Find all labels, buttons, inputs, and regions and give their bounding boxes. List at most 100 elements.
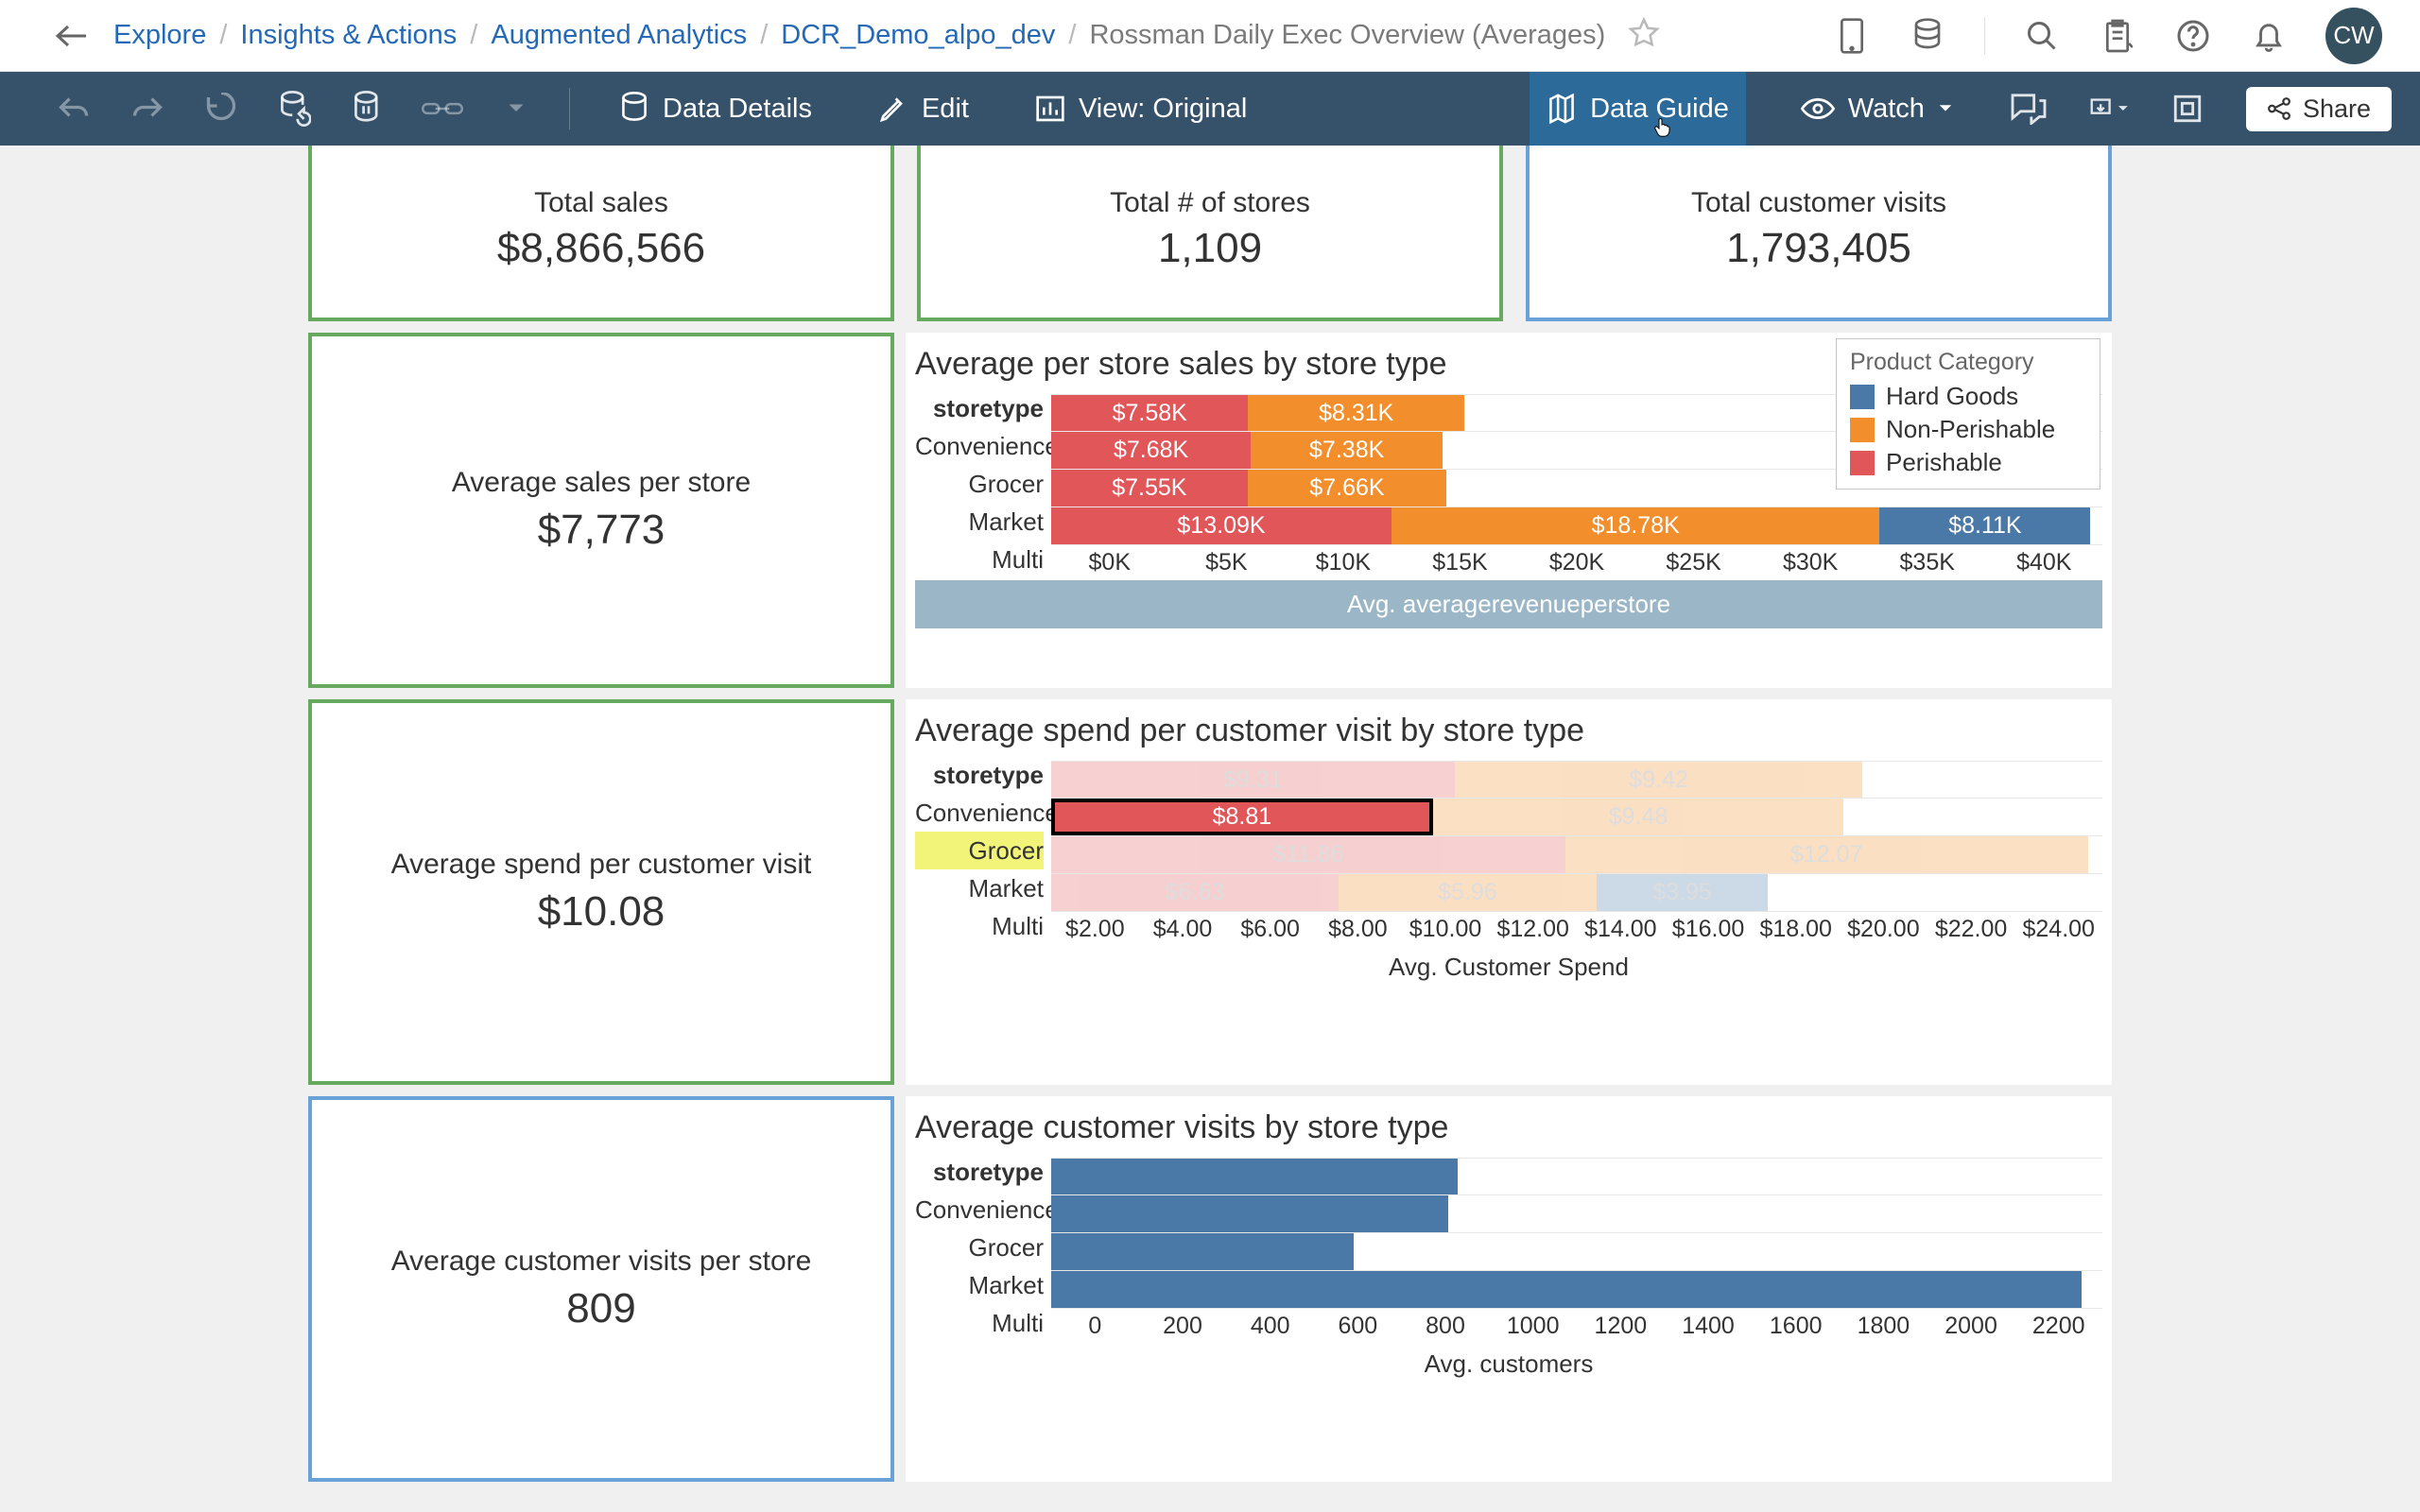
bar-segment[interactable]: $11.86 xyxy=(1051,836,1565,873)
panel-title: Average spend per customer visit by stor… xyxy=(915,713,2102,749)
bar-segment[interactable]: $9.48 xyxy=(1433,799,1844,835)
data-guide-button[interactable]: Data Guide xyxy=(1530,72,1746,146)
edit-button[interactable]: Edit xyxy=(861,72,986,146)
button-label: Watch xyxy=(1848,94,1925,125)
notifications-icon[interactable] xyxy=(2250,17,2288,55)
view-button[interactable]: View: Original xyxy=(1018,72,1264,146)
kpi-avg-spend-per-visit[interactable]: Average spend per customer visit $10.08 xyxy=(308,699,894,1085)
bar-segment[interactable] xyxy=(1051,1233,1354,1270)
kpi-total-stores[interactable]: Total # of stores 1,109 xyxy=(917,146,1503,321)
kpi-avg-visits-per-store[interactable]: Average customer visits per store 809 xyxy=(308,1096,894,1482)
clipboard-icon[interactable] xyxy=(2099,17,2136,55)
legend-swatch xyxy=(1850,385,1875,409)
bar-segment[interactable]: $9.31 xyxy=(1051,762,1455,798)
breadcrumb-sep: / xyxy=(219,20,227,51)
kpi-total-sales[interactable]: Total sales $8,866,566 xyxy=(308,146,894,321)
bar-segment[interactable]: $7.55K xyxy=(1051,470,1248,507)
search-icon[interactable] xyxy=(2023,17,2061,55)
breadcrumb-current: Rossman Daily Exec Overview (Averages) xyxy=(1089,20,1605,51)
button-label: Share xyxy=(2303,94,2371,124)
cylinder-icon xyxy=(619,92,649,126)
kpi-value: $7,773 xyxy=(538,507,666,554)
chevron-down-icon[interactable] xyxy=(495,103,537,114)
map-icon xyxy=(1547,92,1577,126)
bar-segment[interactable]: $7.68K xyxy=(1051,432,1251,469)
chart-icon xyxy=(1035,94,1065,123)
legend-item[interactable]: Perishable xyxy=(1850,446,2086,479)
breadcrumb-link[interactable]: Insights & Actions xyxy=(240,20,457,51)
avatar-initials: CW xyxy=(2333,21,2374,50)
device-preview-icon[interactable] xyxy=(1833,17,1871,55)
eye-icon xyxy=(1801,96,1835,121)
kpi-label: Total sales xyxy=(534,187,668,219)
bar-segment[interactable]: $7.38K xyxy=(1251,432,1443,469)
undo-icon[interactable] xyxy=(53,94,95,123)
legend-item[interactable]: Hard Goods xyxy=(1850,380,2086,413)
kpi-label: Average spend per customer visit xyxy=(391,849,812,881)
avatar[interactable]: CW xyxy=(2325,8,2382,64)
bar-segment[interactable]: $9.42 xyxy=(1455,762,1863,798)
pause-data-icon[interactable] xyxy=(348,91,389,127)
button-label: Edit xyxy=(922,94,969,125)
bar-segment[interactable]: $3.95 xyxy=(1597,874,1768,911)
breadcrumb-link[interactable]: Augmented Analytics xyxy=(491,20,747,51)
bar-segment[interactable] xyxy=(1051,1159,1458,1194)
kpi-value: $10.08 xyxy=(538,888,666,936)
breadcrumb-link[interactable]: DCR_Demo_alpo_dev xyxy=(781,20,1055,51)
redo-icon[interactable] xyxy=(127,94,168,123)
bar-segment[interactable]: $7.58K xyxy=(1051,395,1248,431)
bar-segment[interactable]: $7.66K xyxy=(1248,470,1447,507)
watch-button[interactable]: Watch xyxy=(1784,72,1970,146)
back-arrow-icon[interactable] xyxy=(55,20,87,52)
breadcrumb-sep: / xyxy=(470,20,477,51)
breadcrumb-link[interactable]: Explore xyxy=(113,20,206,51)
replay-icon[interactable] xyxy=(200,93,242,125)
chart-sales-by-storetype[interactable]: Average per store sales by store type Pr… xyxy=(906,333,2112,688)
bar-segment[interactable]: $8.81 xyxy=(1051,799,1433,835)
kpi-value: 809 xyxy=(566,1285,635,1332)
action-bar: Data Details Edit View: Original Data Gu… xyxy=(0,72,2420,146)
fullscreen-icon[interactable] xyxy=(2167,93,2208,125)
kpi-label: Average customer visits per store xyxy=(391,1246,812,1278)
bar-segment[interactable] xyxy=(1051,1195,1448,1232)
download-icon[interactable] xyxy=(2087,93,2129,125)
kpi-value: 1,109 xyxy=(1158,225,1262,272)
bar-chart: storetypeConvenienceGrocerMarketMulti$9.… xyxy=(915,761,2102,945)
kpi-value: 1,793,405 xyxy=(1726,225,1911,272)
bar-segment[interactable] xyxy=(1051,1271,2082,1308)
datasource-icon[interactable] xyxy=(1909,17,1946,55)
chevron-down-icon xyxy=(1938,104,1953,113)
bar-segment[interactable]: $18.78K xyxy=(1392,507,1879,544)
legend-item[interactable]: Non-Perishable xyxy=(1850,413,2086,446)
bar-segment[interactable]: $13.09K xyxy=(1051,507,1392,544)
help-icon[interactable] xyxy=(2174,17,2212,55)
pencil-icon xyxy=(878,94,908,124)
bar-segment[interactable]: $6.63 xyxy=(1051,874,1339,911)
bar-segment[interactable]: $12.07 xyxy=(1565,836,2088,873)
topbar-right: CW xyxy=(1833,8,2382,64)
refresh-data-icon[interactable] xyxy=(274,91,316,127)
x-axis-label: Avg. averagerevenueperstore xyxy=(915,580,2102,628)
button-label: Data Details xyxy=(663,94,812,125)
kpi-label: Average sales per store xyxy=(452,467,751,499)
bar-segment[interactable]: $5.96 xyxy=(1339,874,1597,911)
button-label: Data Guide xyxy=(1590,94,1729,125)
link-icon[interactable] xyxy=(422,97,463,120)
data-details-button[interactable]: Data Details xyxy=(602,72,829,146)
comments-icon[interactable] xyxy=(2008,93,2049,125)
bar-segment[interactable]: $8.31K xyxy=(1248,395,1464,431)
kpi-total-visits[interactable]: Total customer visits 1,793,405 xyxy=(1526,146,2112,321)
x-axis-label: Avg. Customer Spend xyxy=(915,953,2102,982)
share-button[interactable]: Share xyxy=(2246,87,2392,131)
kpi-label: Total # of stores xyxy=(1110,187,1310,219)
button-label: View: Original xyxy=(1079,94,1247,125)
panel-title: Average customer visits by store type xyxy=(915,1109,2102,1146)
chart-spend-by-storetype[interactable]: Average spend per customer visit by stor… xyxy=(906,699,2112,1085)
legend: Product Category Hard Goods Non-Perishab… xyxy=(1836,338,2100,490)
share-icon xyxy=(2267,96,2291,121)
legend-title: Product Category xyxy=(1850,349,2086,376)
bar-segment[interactable]: $8.11K xyxy=(1879,507,2090,544)
kpi-avg-sales-per-store[interactable]: Average sales per store $7,773 xyxy=(308,333,894,688)
chart-visits-by-storetype[interactable]: Average customer visits by store type st… xyxy=(906,1096,2112,1482)
favorite-star-icon[interactable] xyxy=(1628,17,1660,54)
